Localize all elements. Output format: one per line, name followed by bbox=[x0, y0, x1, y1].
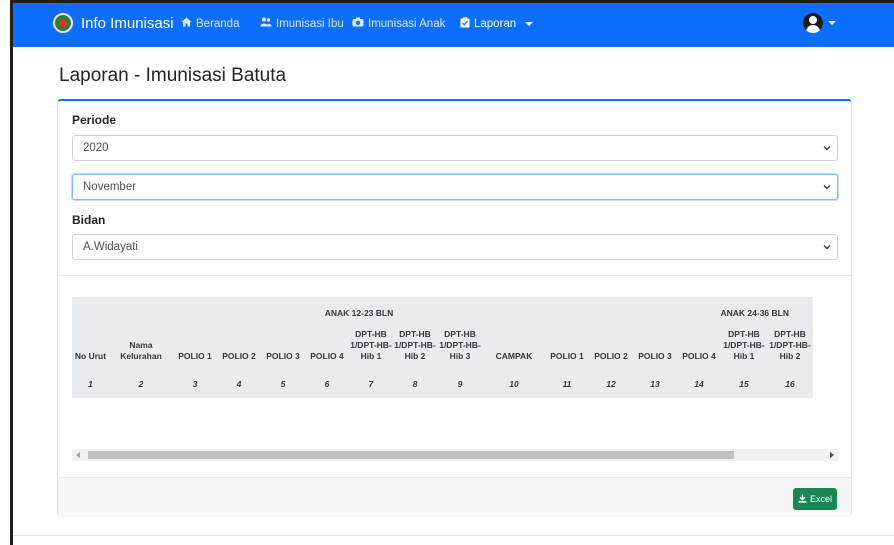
col-header: POLIO 4 bbox=[677, 329, 721, 370]
group-header-12-23: ANAK 12-23 BLN bbox=[173, 297, 545, 329]
scrollbar-thumb[interactable] bbox=[88, 451, 734, 459]
col-header: POLIO 1 bbox=[173, 329, 217, 370]
bidan-label: Bidan bbox=[72, 213, 106, 227]
brand-logo-icon bbox=[53, 13, 73, 33]
col-header: POLIO 3 bbox=[261, 329, 305, 370]
page-bottom-divider bbox=[13, 535, 894, 536]
col-header: POLIO 1 bbox=[545, 329, 589, 370]
bidan-select-value: A.Widayati bbox=[83, 241, 138, 253]
card-footer: Excel bbox=[58, 477, 851, 517]
table-cell: 5 bbox=[261, 370, 305, 398]
browser-frame: Info Imunisasi Beranda Imunisasi Ibu Imu… bbox=[10, 0, 894, 545]
table-cell: 12 bbox=[589, 370, 633, 398]
table-cell: 9 bbox=[437, 370, 483, 398]
user-menu[interactable] bbox=[803, 13, 836, 33]
nav-item-label: Imunisasi Anak bbox=[368, 17, 446, 30]
table-cell: 14 bbox=[677, 370, 721, 398]
periode-label: Periode bbox=[72, 113, 117, 127]
chevron-down-icon bbox=[823, 146, 831, 151]
table-cell: 16 bbox=[767, 370, 813, 398]
nav-item-label: Laporan bbox=[474, 18, 517, 30]
col-header: DPT-HB 1/DPT-HB-Hib 1 bbox=[349, 329, 393, 370]
download-icon bbox=[798, 494, 807, 505]
col-header: POLIO 3 bbox=[633, 329, 677, 370]
nav-item-imunisasi-anak[interactable]: Imunisasi Anak bbox=[352, 17, 445, 30]
year-select-value: 2020 bbox=[83, 142, 109, 154]
month-select[interactable]: November bbox=[72, 174, 838, 200]
chevron-down-icon bbox=[823, 245, 831, 250]
brand[interactable]: Info Imunisasi bbox=[53, 13, 174, 33]
scroll-left-icon[interactable] bbox=[76, 452, 80, 458]
group-header-24-36: ANAK 24-36 BLN bbox=[545, 297, 813, 329]
table-cell: 7 bbox=[349, 370, 393, 398]
export-excel-label: Excel bbox=[809, 494, 832, 504]
navbar: Info Imunisasi Beranda Imunisasi Ibu Imu… bbox=[13, 3, 894, 47]
users-icon bbox=[260, 17, 272, 30]
export-excel-button[interactable]: Excel bbox=[793, 488, 837, 510]
table-cell: 4 bbox=[217, 370, 261, 398]
chevron-down-icon bbox=[525, 22, 534, 26]
table-cell: 2 bbox=[109, 370, 173, 398]
divider bbox=[58, 275, 851, 276]
nav-item-label: Beranda bbox=[196, 17, 240, 30]
page-title: Laporan - Imunisasi Batuta bbox=[59, 65, 287, 86]
brand-name: Info Imunisasi bbox=[81, 14, 174, 32]
report-table-container: No Urut Nama Kelurahan ANAK 12-23 BLN AN… bbox=[72, 297, 838, 437]
col-header-no-urut: No Urut bbox=[72, 297, 109, 370]
table-cell: 1 bbox=[72, 370, 109, 398]
col-header-nama-kelurahan: Nama Kelurahan bbox=[109, 297, 173, 370]
baby-icon bbox=[352, 17, 364, 30]
table-cell: 11 bbox=[545, 370, 589, 398]
col-header: CAMPAK bbox=[483, 329, 545, 370]
nav-item-laporan[interactable]: Laporan bbox=[460, 17, 534, 31]
table-cell: 15 bbox=[721, 370, 767, 398]
table-cell: 6 bbox=[305, 370, 349, 398]
nav-item-label: Imunisasi Ibu bbox=[276, 17, 344, 30]
year-select[interactable]: 2020 bbox=[72, 135, 838, 161]
home-icon bbox=[181, 17, 192, 30]
user-circle-icon bbox=[803, 13, 823, 33]
clipboard-check-icon bbox=[460, 17, 470, 31]
col-header: POLIO 2 bbox=[217, 329, 261, 370]
table-cell: 10 bbox=[483, 370, 545, 398]
table-cell: 13 bbox=[633, 370, 677, 398]
month-select-value: November bbox=[83, 181, 137, 193]
table-row: 1 2 3 4 5 6 7 8 9 10 11 12 13 14 15 16 bbox=[72, 370, 813, 398]
col-header: POLIO 4 bbox=[305, 329, 349, 370]
nav-item-imunisasi-ibu[interactable]: Imunisasi Ibu bbox=[260, 17, 344, 30]
report-card: Periode 2020 November Bidan A.Widayati N… bbox=[57, 99, 852, 517]
scroll-right-icon[interactable] bbox=[830, 452, 834, 458]
chevron-down-icon bbox=[828, 21, 836, 25]
chevron-down-icon bbox=[823, 185, 831, 190]
col-header: DPT-HB 1/DPT-HB-Hib 2 bbox=[767, 329, 813, 370]
col-header: DPT-HB 1/DPT-HB-Hib 2 bbox=[393, 329, 437, 370]
bidan-select[interactable]: A.Widayati bbox=[72, 234, 838, 260]
horizontal-scrollbar[interactable] bbox=[72, 449, 838, 461]
nav-item-beranda[interactable]: Beranda bbox=[181, 17, 239, 30]
col-header: DPT-HB 1/DPT-HB-Hib 3 bbox=[437, 329, 483, 370]
report-table: No Urut Nama Kelurahan ANAK 12-23 BLN AN… bbox=[72, 297, 813, 398]
col-header: DPT-HB 1/DPT-HB-Hib 1 bbox=[721, 329, 767, 370]
table-cell: 3 bbox=[173, 370, 217, 398]
table-cell: 8 bbox=[393, 370, 437, 398]
col-header: POLIO 2 bbox=[589, 329, 633, 370]
